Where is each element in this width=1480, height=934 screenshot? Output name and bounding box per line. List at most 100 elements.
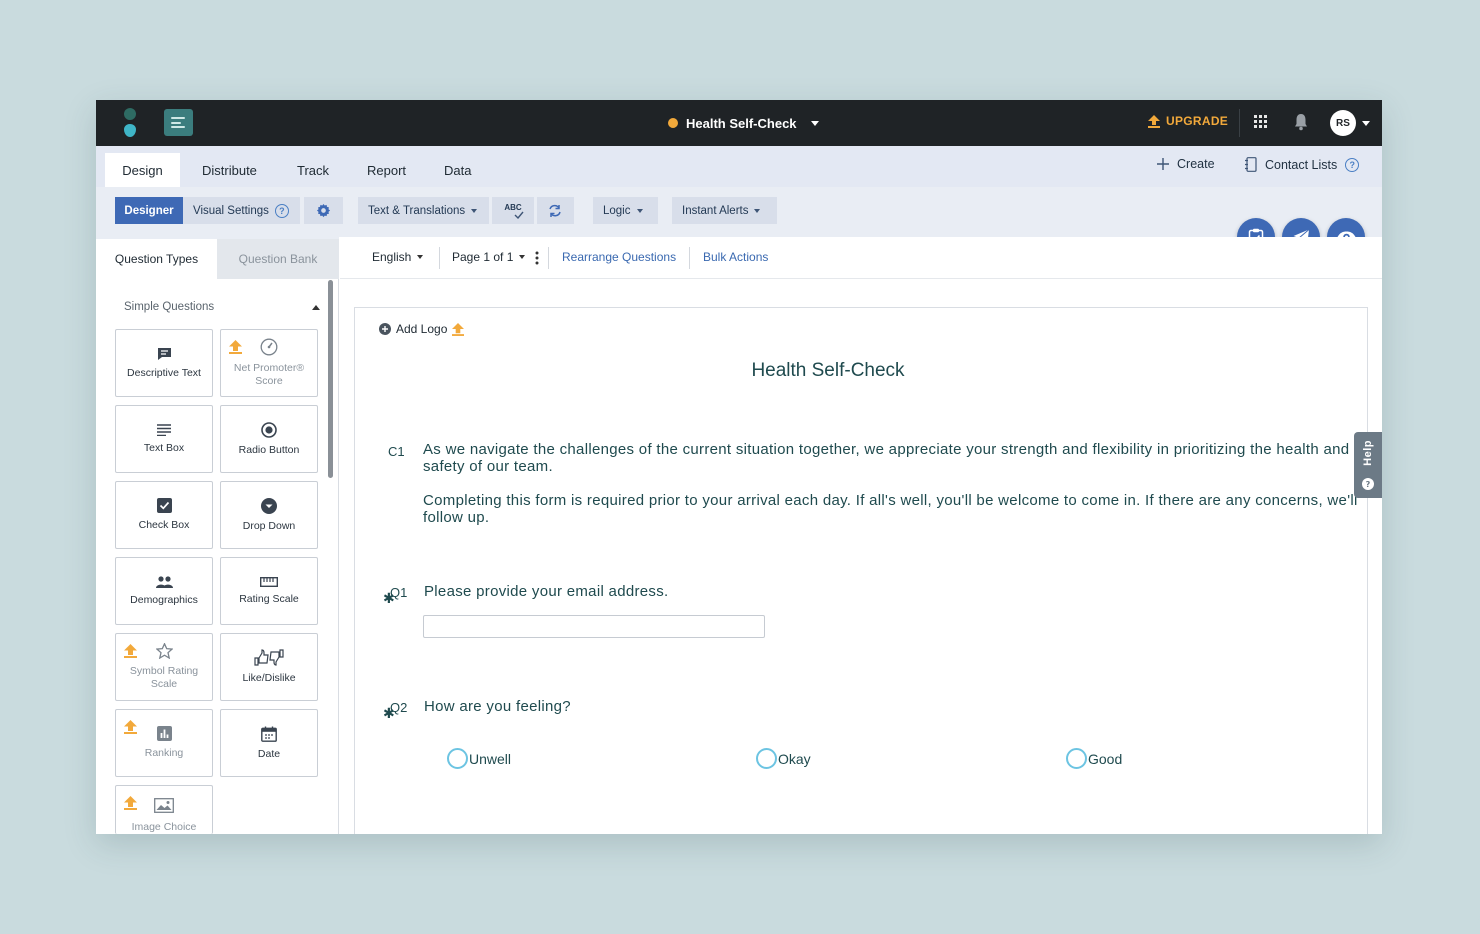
help-circle-icon[interactable]: ? (1345, 157, 1360, 172)
qtype-ranking[interactable]: Ranking (115, 709, 213, 777)
tab-question-types[interactable]: Question Types (96, 239, 217, 279)
qtype-label: Text Box (143, 441, 185, 454)
qtype-image-choice[interactable]: Image Choice (115, 785, 213, 834)
gauge-icon (260, 338, 278, 356)
checkbox-icon (156, 498, 172, 513)
tab-report[interactable]: Report (349, 153, 424, 187)
tab-design[interactable]: Design (105, 153, 180, 187)
qtype-demographics[interactable]: Demographics (115, 557, 213, 625)
lines-icon (157, 423, 171, 436)
refresh-button[interactable] (537, 197, 574, 224)
qtype-date[interactable]: Date (220, 709, 318, 777)
question-types-panel: Question Types Question Bank Simple Ques… (96, 237, 339, 834)
visual-settings-button[interactable]: Visual Settings ? (183, 197, 300, 224)
simple-questions-section-toggle[interactable]: Simple Questions (124, 301, 320, 313)
qtype-label: Demographics (130, 593, 198, 606)
qtype-descriptive-text[interactable]: Descriptive Text (115, 329, 213, 397)
qtype-drop-down[interactable]: Drop Down (220, 481, 318, 549)
brand-logo[interactable] (122, 108, 138, 138)
page-dropdown[interactable]: Page 1 of 1 (452, 250, 526, 264)
more-vertical-icon[interactable] (535, 251, 539, 265)
svg-text:?: ? (1366, 480, 1371, 489)
survey-menu-button[interactable] (164, 109, 193, 136)
create-label: Create (1177, 157, 1215, 171)
radio-option-unwell[interactable]: Unwell (447, 748, 511, 769)
topbar-divider (1239, 109, 1240, 137)
spellcheck-button[interactable]: ABC (492, 197, 534, 224)
subbar-divider (689, 247, 690, 269)
logic-label: Logic (603, 204, 631, 217)
radio-option-good[interactable]: Good (1066, 748, 1122, 769)
survey-heading: Health Self-Check (751, 360, 905, 381)
qtype-net-promoter-score[interactable]: Net Promoter® Score (220, 329, 318, 397)
language-dropdown[interactable]: English (372, 250, 424, 264)
visual-settings-label: Visual Settings (193, 204, 269, 217)
designer-button[interactable]: Designer (115, 197, 183, 224)
qtype-label: Rating Scale (239, 592, 299, 605)
create-button[interactable]: Create (1157, 157, 1215, 171)
notebook-icon (1245, 157, 1257, 172)
email-field[interactable] (423, 615, 765, 638)
text-translations-button[interactable]: Text & Translations (358, 197, 489, 224)
option-label: Unwell (469, 750, 512, 767)
qtype-check-box[interactable]: Check Box (115, 481, 213, 549)
qtype-like-dislike[interactable]: Like/Dislike (220, 633, 318, 701)
tab-track[interactable]: Track (279, 153, 347, 187)
plus-icon (1157, 158, 1169, 170)
tab-question-bank[interactable]: Question Bank (217, 239, 339, 279)
plus-circle-icon (379, 323, 391, 335)
tab-distribute[interactable]: Distribute (184, 153, 275, 187)
user-avatar[interactable]: RS (1330, 110, 1356, 136)
apps-grid-icon[interactable] (1254, 115, 1268, 129)
status-dot-icon (668, 118, 678, 128)
radio-circle-icon[interactable] (756, 748, 777, 769)
page-label: Page 1 of 1 (452, 250, 514, 264)
logic-button[interactable]: Logic (593, 197, 658, 224)
radio-option-okay[interactable]: Okay (756, 748, 811, 769)
qtype-label: Descriptive Text (127, 366, 201, 379)
qtype-radio-button[interactable]: Radio Button (220, 405, 318, 473)
qtype-text-box[interactable]: Text Box (115, 405, 213, 473)
qtype-label: Date (257, 747, 281, 760)
settings-button[interactable] (304, 197, 343, 224)
help-circle-icon[interactable]: ? (274, 203, 289, 218)
instant-alerts-button[interactable]: Instant Alerts (672, 197, 777, 224)
tab-data[interactable]: Data (426, 153, 489, 187)
text-translations-label: Text & Translations (368, 204, 466, 217)
option-label: Okay (778, 750, 811, 767)
contact-lists-button[interactable]: Contact Lists ? (1245, 157, 1360, 172)
comment-icon (157, 347, 171, 360)
intro-paragraph-2: Completing this form is required prior t… (423, 492, 1358, 526)
bulk-actions-link[interactable]: Bulk Actions (703, 250, 768, 264)
bell-icon[interactable] (1294, 113, 1308, 131)
qtype-label: Image Choice (131, 821, 197, 833)
chevron-down-icon (754, 208, 761, 213)
qtype-label: Ranking (144, 747, 184, 759)
survey-title-dropdown[interactable]: Health Self-Check (668, 114, 819, 132)
add-logo-label: Add Logo (396, 322, 448, 336)
help-tab-label: Help (1362, 440, 1374, 466)
help-side-tab[interactable]: Help ? (1354, 432, 1382, 498)
main-nav: Design Distribute Track Report Data Crea… (96, 146, 1382, 187)
rearrange-questions-link[interactable]: Rearrange Questions (562, 250, 676, 264)
image-icon (154, 798, 174, 813)
chevron-down-icon (519, 255, 526, 259)
upgrade-arrow-icon (452, 322, 465, 336)
qtype-rating-scale[interactable]: Rating Scale (220, 557, 318, 625)
upgrade-button[interactable]: UPGRADE (1148, 114, 1228, 128)
upgrade-arrow-icon (229, 340, 242, 354)
gear-icon (316, 203, 331, 218)
avatar-chevron-down-icon[interactable] (1362, 121, 1370, 126)
question-number: Q2 (390, 700, 408, 715)
panel-scrollbar[interactable] (328, 280, 333, 478)
question-number: Q1 (390, 585, 408, 600)
check-mark-icon (514, 211, 524, 219)
qtype-symbol-rating-scale[interactable]: Symbol Rating Scale (115, 633, 213, 701)
radio-circle-icon[interactable] (447, 748, 468, 769)
intro-paragraph-1: As we navigate the challenges of the cur… (423, 441, 1350, 475)
qtype-label: Symbol Rating Scale (129, 665, 199, 690)
subbar-divider (548, 247, 549, 269)
radio-circle-icon[interactable] (1066, 748, 1087, 769)
survey-title: Health Self-Check (686, 115, 797, 131)
add-logo-button[interactable]: Add Logo (379, 322, 465, 336)
